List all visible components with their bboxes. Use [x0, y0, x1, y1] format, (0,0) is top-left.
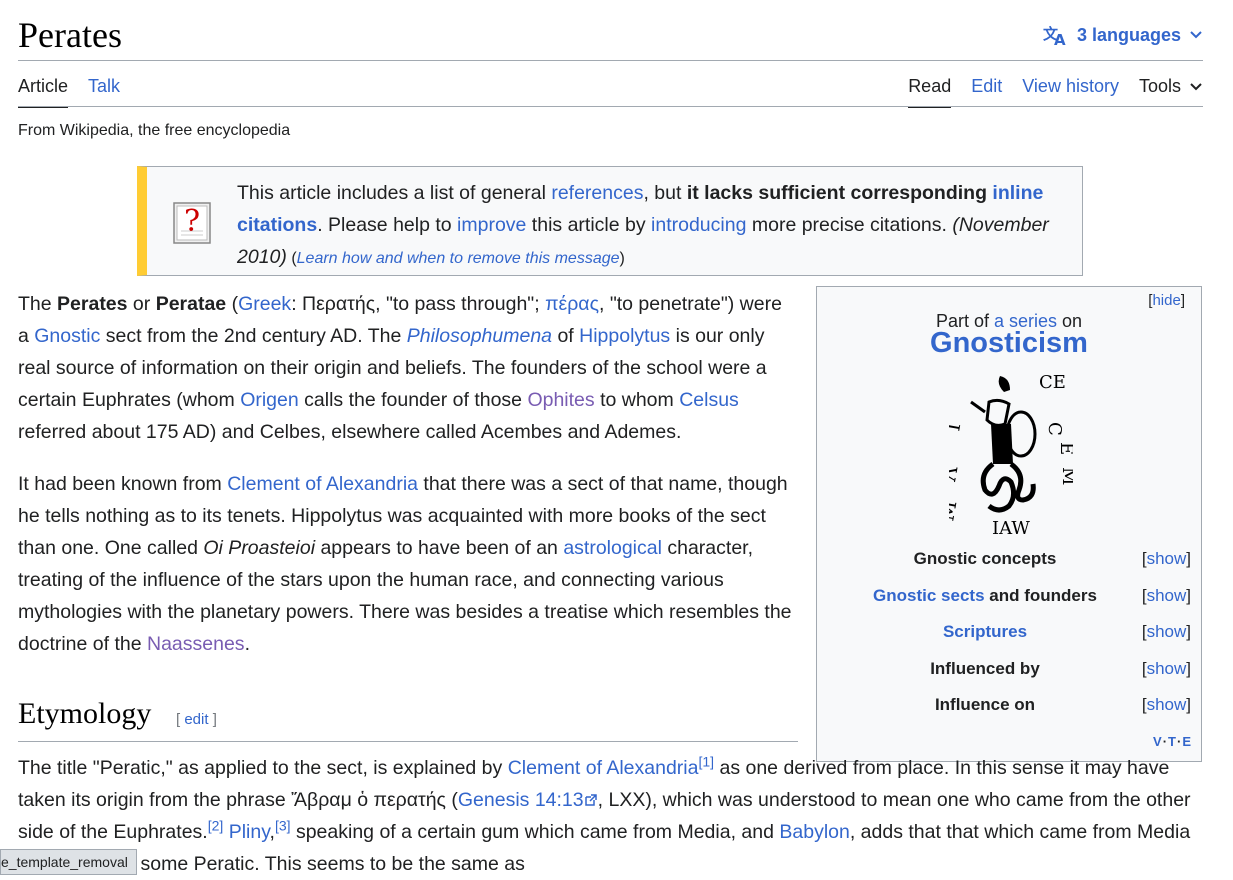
site-tagline: From Wikipedia, the free encyclopedia [18, 122, 291, 139]
languages-label: 3 languages [1076, 24, 1181, 45]
edit-section-link[interactable]: edit [184, 711, 208, 728]
show-toggle[interactable]: [show] [1142, 622, 1191, 642]
philosophumena-link[interactable]: Philosophumena [407, 325, 552, 347]
peras-link[interactable]: πέρας [545, 293, 599, 315]
show-toggle[interactable]: [show] [1142, 586, 1191, 606]
languages-button[interactable]: 文A 3 languages [1043, 24, 1203, 46]
sidebar-row-gnostic-sects: Gnostic sects and founders [show] [873, 586, 1191, 606]
show-link[interactable]: show [1147, 549, 1187, 568]
tab-talk[interactable]: Talk [88, 76, 120, 105]
show-toggle[interactable]: [show] [1142, 659, 1191, 679]
etymology-divider [18, 741, 798, 742]
title-divider [18, 60, 1203, 61]
browser-status-bar: e_template_removal [0, 849, 137, 875]
chevron-down-icon [1189, 76, 1203, 97]
references-link[interactable]: references [551, 182, 643, 204]
chevron-down-icon [1189, 30, 1203, 40]
page-title: Perates [18, 15, 122, 55]
tab-edit[interactable]: Edit [971, 76, 1002, 105]
svg-text:Ϲ: Ϲ [1044, 422, 1065, 436]
gem-inscription: IAW [992, 518, 1030, 539]
translate-icon: 文A [1043, 24, 1069, 46]
celsus-link[interactable]: Celsus [679, 389, 739, 411]
sources-paragraph: It had been known from Clement of Alexan… [18, 473, 792, 655]
svg-text:?: ? [184, 204, 200, 239]
clement-link[interactable]: Clement of Alexandria [227, 473, 418, 495]
hide-toggle[interactable]: [hide] [1148, 292, 1185, 309]
sidebar-row-scriptures: Scriptures [show] [817, 622, 1203, 646]
sidebar-row-influenced-by: Influenced by [show] [930, 659, 1191, 679]
namespace-tabs: Article Talk [18, 76, 120, 108]
citation-warning-text: This article includes a list of general … [237, 182, 1049, 268]
view-tabs: Read Edit View history Tools [908, 76, 1203, 108]
tabs-divider [18, 106, 1203, 107]
svg-text:Μ: Μ [949, 499, 961, 523]
remove-message-link[interactable]: Learn how and when to remove this messag… [297, 250, 620, 267]
genesis-link[interactable]: Genesis 14:13 [458, 789, 598, 811]
show-link[interactable]: show [1147, 622, 1187, 641]
external-link-icon [584, 789, 598, 811]
navbox-vte: V·T·E [1153, 734, 1192, 749]
ophites-link[interactable]: Ophites [527, 389, 594, 411]
sidebar-row-influence-on: Influence on [show] [934, 695, 1191, 715]
edit-section[interactable]: [ edit ] [176, 711, 217, 728]
talk-template-link[interactable]: T [1168, 734, 1177, 749]
ref-2-link[interactable]: [2] [208, 818, 224, 834]
ref-1-link[interactable]: [1] [698, 754, 714, 770]
svg-text:A: A [1054, 31, 1066, 46]
show-link[interactable]: show [1147, 695, 1187, 714]
scriptures-link[interactable]: Scriptures [943, 622, 1027, 641]
gnostic-sects-link[interactable]: Gnostic sects [873, 586, 985, 605]
question-book-icon: ? [173, 201, 211, 245]
origen-link[interactable]: Origen [240, 389, 299, 411]
view-template-link[interactable]: V [1153, 734, 1163, 749]
citation-warning-box: ? This article includes a list of genera… [137, 166, 1083, 276]
show-toggle[interactable]: [show] [1142, 549, 1191, 569]
intro-paragraph: The Perates or Peratae (Greek: Περατής, … [18, 293, 782, 443]
improve-link[interactable]: improve [457, 214, 526, 236]
svg-text:Λ: Λ [949, 464, 963, 484]
hide-link[interactable]: hide [1152, 292, 1180, 309]
svg-text:Μ: Μ [1058, 467, 1073, 485]
etymology-paragraph: The title "Peratic," as applied to the s… [18, 753, 1191, 876]
gnosticism-link[interactable]: Gnosticism [930, 327, 1088, 359]
clement-link[interactable]: Clement of Alexandria [508, 757, 699, 779]
hippolytus-link[interactable]: Hippolytus [579, 325, 670, 347]
tab-article[interactable]: Article [18, 76, 69, 108]
naassenes-link[interactable]: Naassenes [147, 633, 245, 655]
gnostic-link[interactable]: Gnostic [34, 325, 100, 347]
babylon-link[interactable]: Babylon [779, 821, 849, 843]
etymology-heading: Etymology [18, 697, 152, 730]
ref-3-link[interactable]: [3] [275, 818, 291, 834]
pliny-link[interactable]: Pliny [229, 821, 270, 843]
tools-menu[interactable]: Tools [1139, 76, 1203, 105]
sidebar-row-gnostic-concepts: Gnostic concepts [show] [913, 549, 1191, 569]
edit-template-link[interactable]: E [1182, 734, 1192, 749]
svg-text:Ι: Ι [949, 421, 965, 433]
abraxas-gem-image[interactable]: Ι Λ Μ ϹΕ Ϲ Ε Μ IAW [934, 372, 1079, 540]
svg-text:Ε: Ε [1056, 442, 1073, 455]
astrological-link[interactable]: astrological [563, 537, 662, 559]
tab-view-history[interactable]: View history [1022, 76, 1119, 105]
show-link[interactable]: show [1147, 586, 1187, 605]
tools-label: Tools [1138, 76, 1181, 96]
greek-link[interactable]: Greek [238, 293, 291, 315]
show-toggle[interactable]: [show] [1142, 695, 1191, 715]
tab-read[interactable]: Read [908, 76, 952, 108]
show-link[interactable]: show [1147, 659, 1187, 678]
introducing-link[interactable]: introducing [651, 214, 746, 236]
gnosticism-sidebar: [hide] Part of a series on Gnosticism Ι … [816, 286, 1202, 762]
svg-text:ϹΕ: ϹΕ [1039, 372, 1066, 393]
